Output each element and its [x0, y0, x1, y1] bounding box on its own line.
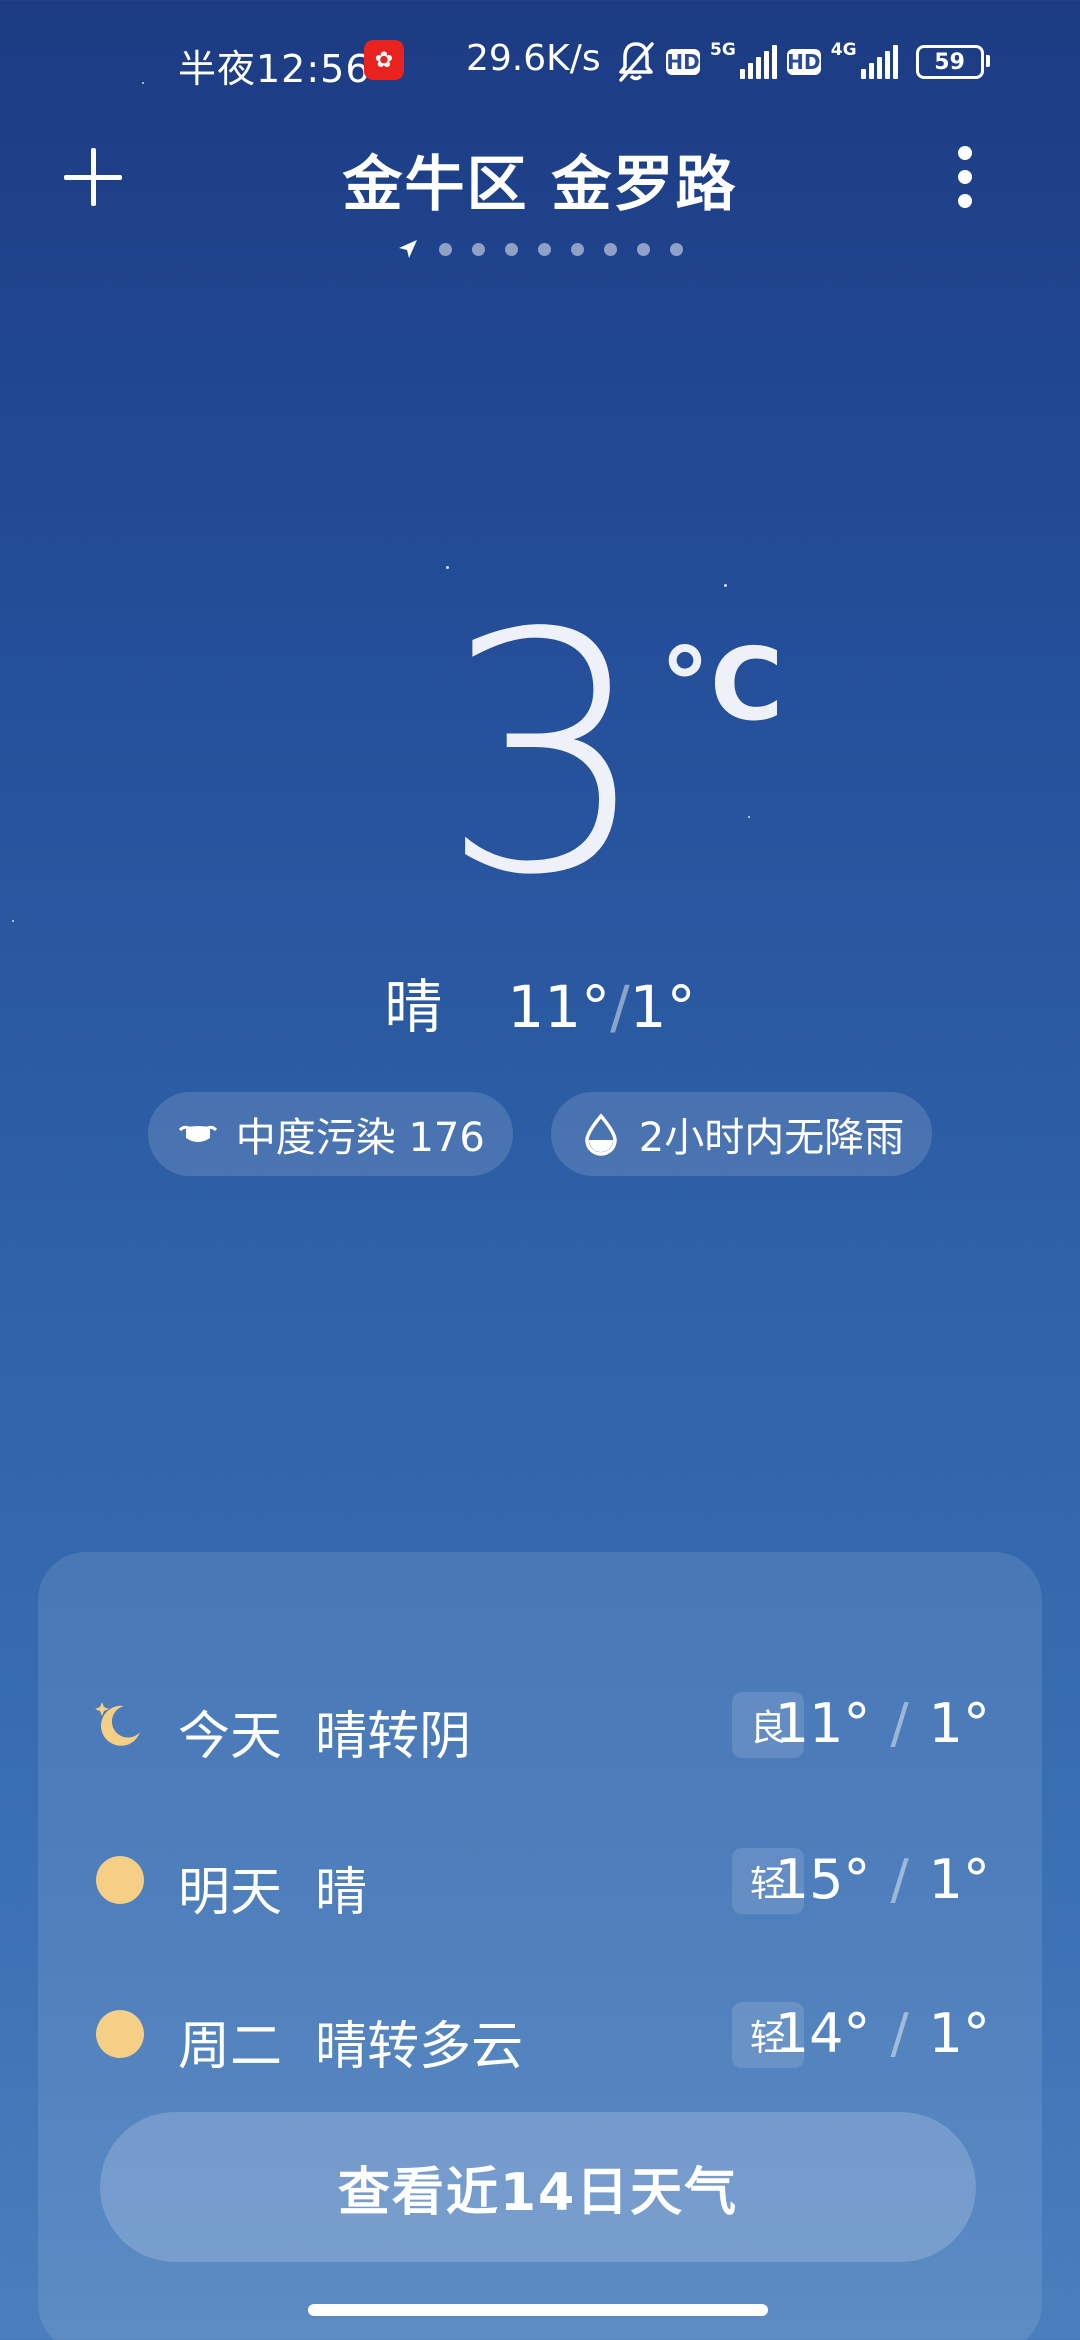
- temp-separator: /: [610, 973, 630, 1041]
- high-temp: 11°: [507, 973, 611, 1041]
- water-drop-icon: [585, 1113, 617, 1156]
- page-dot: [538, 242, 551, 256]
- battery-icon: 59: [915, 45, 990, 79]
- air-quality-chip[interactable]: 中度污染 176: [147, 1092, 513, 1176]
- signal-icon: [860, 45, 898, 79]
- forecast-label: 今天 晴转阴: [178, 1707, 472, 1767]
- hd-badge: HD: [786, 49, 821, 75]
- app-notification-icon: ✿: [364, 40, 404, 80]
- signal-icon: [739, 45, 777, 79]
- moon-icon: [95, 1702, 140, 1746]
- page-dot: [670, 242, 683, 256]
- condition-text: 晴: [384, 973, 443, 1041]
- forecast-row-tuesday[interactable]: 周二 晴转多云 轻 14°/1°: [38, 1984, 1042, 2084]
- sun-icon: [96, 1856, 144, 1904]
- star-decoration: [12, 920, 14, 922]
- page-dot: [571, 242, 584, 256]
- network-type-4g: 4G: [830, 40, 857, 60]
- forecast-card: 今天 晴转阴 良 11°/1° 明天 晴 轻 15°/1° 周二 晴转多云 轻 …: [38, 1552, 1042, 2340]
- forecast-temps: 11°/1°: [774, 1692, 990, 1755]
- current-temperature: 3: [440, 563, 650, 947]
- page-dot: [472, 242, 485, 256]
- page-indicator: [0, 238, 1080, 260]
- page-dot: [637, 242, 650, 256]
- info-chips: 中度污染 176 2小时内无降雨: [0, 1092, 1080, 1176]
- page-dot: [604, 242, 617, 256]
- location-title[interactable]: 金牛区 金罗路: [0, 136, 1080, 223]
- page-dot: [505, 242, 518, 256]
- status-icons: HD 5G HD 4G 59: [616, 40, 990, 84]
- star-decoration: [724, 584, 727, 587]
- temperature-unit: °C: [660, 626, 784, 743]
- mask-icon: [178, 1125, 217, 1142]
- star-decoration: [748, 816, 750, 818]
- network-type-5g: 5G: [710, 40, 736, 60]
- home-indicator[interactable]: [308, 2304, 768, 2316]
- rain-label: 2小时内无降雨: [638, 1115, 905, 1161]
- more-options-button[interactable]: [956, 146, 974, 208]
- low-temp: 1°: [629, 973, 696, 1041]
- hd-badge: HD: [666, 49, 700, 75]
- current-condition: 晴 11°/1°: [0, 960, 1080, 1044]
- status-time: 半夜12:56: [178, 47, 371, 91]
- forecast-temps: 14°/1°: [774, 2002, 990, 2065]
- forecast-temps: 15°/1°: [774, 1848, 990, 1911]
- page-dot: [439, 242, 452, 256]
- network-speed: 29.6K/s: [466, 38, 601, 79]
- forecast-row-tomorrow[interactable]: 明天 晴 轻 15°/1°: [38, 1830, 1042, 1930]
- forecast-label: 明天 晴: [178, 1863, 368, 1923]
- bell-muted-icon: [619, 42, 654, 82]
- sun-icon: [96, 2010, 144, 2058]
- status-bar: 半夜12:56 ✿ 29.6K/s HD 5G HD 4G 59: [0, 0, 1080, 125]
- view-14-day-button[interactable]: 查看近14日天气: [100, 2112, 976, 2262]
- forecast-row-today[interactable]: 今天 晴转阴 良 11°/1°: [38, 1674, 1042, 1774]
- location-arrow-icon: [399, 240, 417, 258]
- air-quality-label: 中度污染 176: [235, 1115, 485, 1161]
- rain-chip[interactable]: 2小时内无降雨: [550, 1092, 933, 1176]
- forecast-label: 周二 晴转多云: [178, 2017, 524, 2077]
